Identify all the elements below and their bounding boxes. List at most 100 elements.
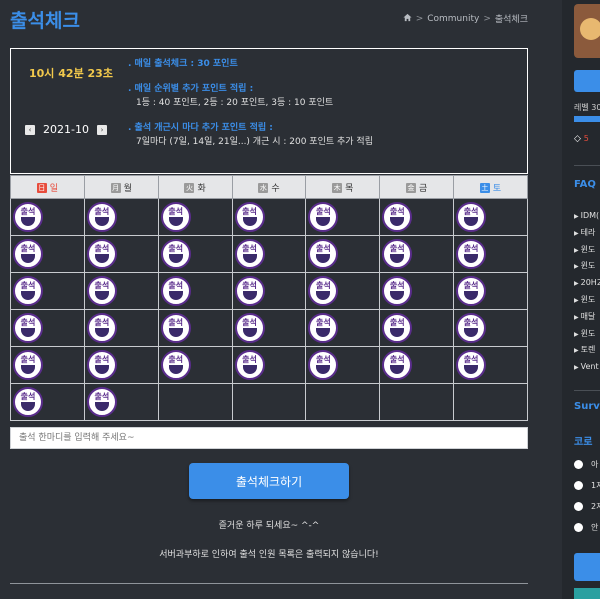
survey-title: Surv	[574, 401, 600, 412]
faq-item-label[interactable]: 윈도	[581, 329, 596, 338]
faq-item-label[interactable]: 윈도	[581, 295, 596, 304]
calendar-day-cell: 출석	[231, 272, 307, 310]
stamp-text: 출석	[94, 207, 110, 216]
attendance-calendar: 日일月월火화水수木목金금土토 출석 출석 출석 출석 출석 출석 출석 출석 출석 출석 출석 출석 출…	[10, 175, 528, 421]
calendar-day-cell: 출석	[157, 235, 233, 273]
attendance-stamp-icon: 출석	[308, 313, 339, 343]
survey-option[interactable]: 2지	[574, 501, 600, 512]
calendar-day-cell: 출석	[305, 235, 381, 273]
user-level: 레벨 30	[574, 103, 600, 112]
faq-item[interactable]: ▶ 윈도	[574, 258, 600, 275]
calendar-day-cell: 출석	[157, 198, 233, 236]
calendar-day-cell: 출석	[10, 198, 85, 236]
calendar-day-cell: 출석	[83, 198, 159, 236]
calendar-day-cell: 출석	[157, 272, 233, 310]
attendance-stamp-icon: 출석	[13, 313, 43, 343]
calendar-day-cell	[157, 383, 233, 421]
faq-item[interactable]: ▶ 토렌	[574, 342, 600, 359]
breadcrumb: > Community > 출석체크	[403, 12, 528, 25]
prev-month-button[interactable]: ‹	[25, 124, 35, 135]
faq-item[interactable]: ▶ 윈도	[574, 292, 600, 309]
faq-item[interactable]: ▶ 윈도	[574, 242, 600, 259]
calendar-day-cell	[305, 383, 381, 421]
weekday-char: 日	[36, 183, 47, 193]
divider	[10, 583, 528, 584]
stamp-text: 출석	[242, 355, 257, 364]
next-month-button[interactable]: ›	[96, 124, 107, 135]
caret-right-icon: ▶	[574, 263, 579, 271]
breadcrumb-community[interactable]: Community	[427, 14, 479, 24]
faq-item[interactable]: ▶ 윈도	[574, 326, 600, 343]
attendance-message-input[interactable]	[10, 427, 528, 449]
stamp-text: 출석	[463, 244, 479, 253]
faq-item[interactable]: ▶ IDM(	[574, 208, 600, 225]
weekday-label: 토	[492, 183, 502, 194]
stamp-text: 출석	[389, 207, 405, 216]
stamp-text: 출석	[168, 318, 184, 327]
calendar-day-cell: 출석	[83, 309, 159, 347]
radio-button[interactable]	[574, 481, 583, 490]
current-month: 2021-10	[43, 123, 89, 136]
survey-result-button[interactable]	[574, 588, 600, 599]
stamp-text: 출석	[316, 207, 331, 216]
calendar-day-cell: 출석	[305, 198, 381, 236]
calendar-day-cell: 출석	[83, 272, 159, 310]
radio-button[interactable]	[574, 460, 583, 469]
calendar-day-cell: 출석	[10, 383, 85, 421]
weekday-label: 금	[419, 183, 428, 194]
survey-option[interactable]: 아	[574, 459, 598, 470]
calendar-day-cell: 출석	[453, 198, 528, 236]
caret-right-icon: ▶	[574, 280, 579, 288]
faq-item[interactable]: ▶ 테라	[574, 225, 600, 242]
faq-item[interactable]: ▶ 20H2	[574, 275, 600, 292]
server-notice: 서버과부하로 인하여 출석 인원 목록은 출력되지 않습니다!	[159, 550, 379, 560]
faq-item-label[interactable]: 윈도	[581, 261, 596, 270]
faq-item-label[interactable]: 20H2	[581, 278, 600, 287]
attendance-stamp-icon: 출석	[86, 276, 117, 306]
stamp-text: 출석	[316, 281, 331, 290]
attendance-stamp-icon: 출석	[86, 350, 117, 380]
stamp-text: 출석	[94, 244, 110, 253]
stamp-text: 출석	[316, 244, 331, 253]
weekday-header: 木목	[305, 175, 381, 199]
faq-item-label[interactable]: IDM(	[581, 211, 600, 220]
attendance-stamp-icon: 출석	[234, 350, 265, 380]
calendar-header-row: 日일月월火화水수木목金금土토	[10, 175, 528, 199]
caret-right-icon: ▶	[574, 347, 579, 355]
faq-item[interactable]: ▶ Vent	[574, 359, 600, 376]
attendance-stamp-icon: 출석	[308, 202, 339, 232]
faq-item-label[interactable]: 토렌	[581, 345, 596, 354]
radio-button[interactable]	[574, 502, 583, 511]
survey-option[interactable]: 1지	[574, 480, 600, 491]
attendance-stamp-icon: 출석	[234, 276, 265, 306]
faq-item-label[interactable]: 테라	[581, 228, 596, 237]
avatar[interactable]	[574, 4, 600, 58]
survey-vote-button[interactable]	[574, 553, 600, 581]
attendance-stamp-icon: 출석	[382, 350, 413, 380]
stamp-text: 출석	[389, 244, 405, 253]
radio-button[interactable]	[574, 523, 583, 532]
home-icon[interactable]	[403, 13, 412, 25]
caret-right-icon: ▶	[574, 296, 579, 304]
calendar-day-cell: 출석	[83, 383, 159, 421]
faq-item-label[interactable]: 매달	[581, 312, 596, 321]
stamp-text: 출석	[389, 281, 405, 290]
attendance-stamp-icon: 출석	[456, 313, 487, 343]
calendar-day-cell: 출석	[379, 235, 455, 273]
caret-right-icon: ▶	[574, 229, 579, 237]
attendance-stamp-icon: 출석	[86, 239, 117, 269]
faq-item-label[interactable]: 윈도	[581, 245, 596, 254]
calendar-day-cell: 출석	[379, 272, 455, 310]
sidebar-action-button[interactable]	[574, 70, 600, 92]
survey-option[interactable]: 안	[574, 522, 598, 533]
calendar-day-cell: 출석	[453, 346, 528, 384]
weekday-label: 월	[123, 183, 132, 194]
check-in-button[interactable]: 출석체크하기	[189, 463, 349, 499]
faq-item[interactable]: ▶ 매달	[574, 309, 600, 326]
calendar-day-cell: 출석	[83, 235, 159, 273]
calendar-week-row: 출석 출석	[10, 383, 528, 421]
attendance-stamp-icon: 출석	[160, 313, 191, 343]
weekday-char: 水	[258, 183, 269, 193]
faq-item-label[interactable]: Vent	[581, 362, 599, 371]
survey-option-label: 아	[591, 460, 599, 469]
